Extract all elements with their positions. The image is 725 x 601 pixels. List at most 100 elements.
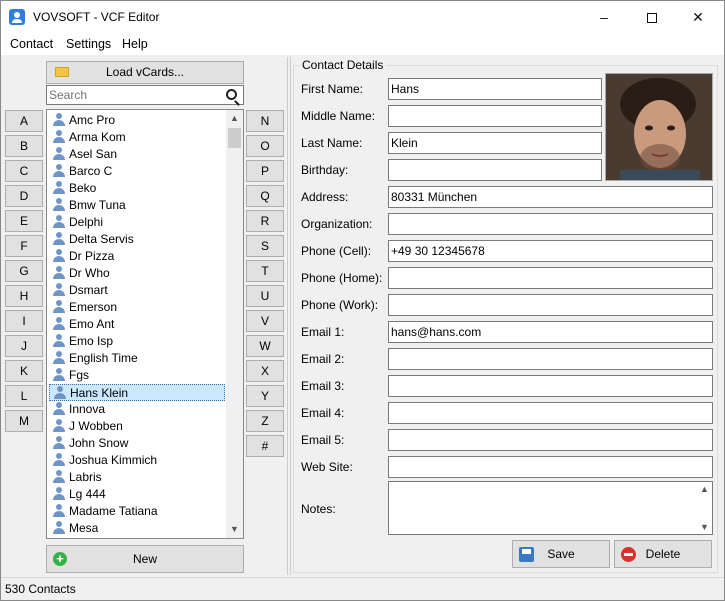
field-input[interactable]: hans@hans.com: [388, 321, 713, 343]
maximize-icon: [647, 13, 657, 24]
letter-button-k[interactable]: K: [5, 360, 43, 382]
contact-list-item[interactable]: Innova: [49, 401, 225, 418]
letter-button-d[interactable]: D: [5, 185, 43, 207]
notes-scroll-up-icon[interactable]: ▲: [696, 482, 713, 496]
search-icon[interactable]: [226, 89, 237, 100]
contact-list-item[interactable]: Barco C: [49, 163, 225, 180]
contact-list-item[interactable]: Mesa: [49, 520, 225, 537]
contact-list-item[interactable]: Beko: [49, 180, 225, 197]
letter-button-m[interactable]: M: [5, 410, 43, 432]
field-input[interactable]: [388, 159, 602, 181]
contact-list-item[interactable]: Labris: [49, 469, 225, 486]
letter-button-b[interactable]: B: [5, 135, 43, 157]
letter-button-z[interactable]: Z: [246, 410, 284, 432]
field-input[interactable]: [388, 402, 713, 424]
contact-name: Emo Ant: [69, 317, 115, 331]
contact-list-item[interactable]: Emo Ant: [49, 316, 225, 333]
contact-list-item[interactable]: John Snow: [49, 435, 225, 452]
contact-list-item[interactable]: Delta Servis: [49, 231, 225, 248]
field-input[interactable]: 80331 München: [388, 186, 713, 208]
contact-details-title: Contact Details: [299, 58, 387, 72]
contact-list-item[interactable]: Asel San: [49, 146, 225, 163]
new-contact-button[interactable]: + New: [46, 545, 244, 573]
letter-button-l[interactable]: L: [5, 385, 43, 407]
pane-splitter[interactable]: [287, 57, 291, 575]
letter-button-p[interactable]: P: [246, 160, 284, 182]
letter-button-w[interactable]: W: [246, 335, 284, 357]
title-bar[interactable]: VOVSOFT - VCF Editor – ✕: [1, 1, 724, 33]
letter-button-i[interactable]: I: [5, 310, 43, 332]
letter-button-e[interactable]: E: [5, 210, 43, 232]
contact-list-item[interactable]: Hans Klein: [49, 384, 225, 401]
contact-list-item[interactable]: Fgs: [49, 367, 225, 384]
search-input[interactable]: [49, 87, 219, 103]
contact-list-item[interactable]: English Time: [49, 350, 225, 367]
contact-list-item[interactable]: Dr Who: [49, 265, 225, 282]
delete-minus-icon: [621, 547, 636, 562]
load-vcards-button[interactable]: Load vCards...: [46, 61, 244, 84]
contact-list-item[interactable]: J Wobben: [49, 418, 225, 435]
maximize-button[interactable]: [629, 1, 675, 33]
letter-button-v[interactable]: V: [246, 310, 284, 332]
letter-button-x[interactable]: X: [246, 360, 284, 382]
menu-contact[interactable]: Contact: [10, 37, 53, 51]
notes-field[interactable]: ▲ ▼: [388, 481, 713, 535]
save-button[interactable]: Save: [512, 540, 610, 568]
close-button[interactable]: ✕: [675, 1, 721, 33]
letter-button-n[interactable]: N: [246, 110, 284, 132]
field-input[interactable]: Klein: [388, 132, 602, 154]
letter-button-c[interactable]: C: [5, 160, 43, 182]
contact-list-scrollbar[interactable]: ▲ ▼: [226, 110, 243, 538]
menu-settings[interactable]: Settings: [66, 37, 111, 51]
menu-bar: Contact Settings Help: [1, 33, 724, 55]
contact-list-item[interactable]: Lg 444: [49, 486, 225, 503]
letter-button-t[interactable]: T: [246, 260, 284, 282]
contact-list-item[interactable]: Amc Pro: [49, 112, 225, 129]
notes-scrollbar[interactable]: ▲ ▼: [696, 482, 712, 534]
field-label: Last Name:: [301, 136, 363, 150]
contact-list-item[interactable]: Madame Tatiana: [49, 503, 225, 520]
letter-button-h[interactable]: H: [5, 285, 43, 307]
menu-help[interactable]: Help: [122, 37, 148, 51]
field-input[interactable]: [388, 267, 713, 289]
letter-button-y[interactable]: Y: [246, 385, 284, 407]
letter-button-f[interactable]: F: [5, 235, 43, 257]
scroll-up-icon[interactable]: ▲: [226, 110, 243, 127]
field-input[interactable]: Hans: [388, 78, 602, 100]
contact-list-item[interactable]: Arma Kom: [49, 129, 225, 146]
field-input[interactable]: [388, 348, 713, 370]
field-input[interactable]: [388, 375, 713, 397]
contact-list-item[interactable]: Delphi: [49, 214, 225, 231]
search-box: [46, 85, 244, 105]
contact-list-item[interactable]: Joshua Kimmich: [49, 452, 225, 469]
letter-button-a[interactable]: A: [5, 110, 43, 132]
field-input[interactable]: [388, 294, 713, 316]
minimize-button[interactable]: –: [581, 1, 627, 33]
letter-button-q[interactable]: Q: [246, 185, 284, 207]
field-input[interactable]: [388, 456, 713, 478]
person-icon: [53, 487, 65, 501]
field-input[interactable]: +49 30 12345678: [388, 240, 713, 262]
contact-list-item[interactable]: Bmw Tuna: [49, 197, 225, 214]
field-input[interactable]: [388, 213, 713, 235]
contact-list-item[interactable]: Emo Isp: [49, 333, 225, 350]
letter-button-j[interactable]: J: [5, 335, 43, 357]
scroll-down-icon[interactable]: ▼: [226, 521, 243, 538]
person-icon: [53, 266, 65, 280]
contact-list-item[interactable]: Dsmart: [49, 282, 225, 299]
scroll-thumb[interactable]: [228, 128, 241, 148]
letter-button-r[interactable]: R: [246, 210, 284, 232]
notes-scroll-down-icon[interactable]: ▼: [696, 520, 713, 534]
letter-button-g[interactable]: G: [5, 260, 43, 282]
field-input[interactable]: [388, 105, 602, 127]
letter-button-s[interactable]: S: [246, 235, 284, 257]
letter-button-o[interactable]: O: [246, 135, 284, 157]
contact-list-item[interactable]: Dr Pizza: [49, 248, 225, 265]
delete-button[interactable]: Delete: [614, 540, 712, 568]
letter-button-hash[interactable]: #: [246, 435, 284, 457]
person-icon: [53, 164, 65, 178]
contact-list[interactable]: Amc Pro Arma Kom Asel San Barco C Beko Bmw Tu…: [46, 109, 244, 539]
field-input[interactable]: [388, 429, 713, 451]
contact-list-item[interactable]: Emerson: [49, 299, 225, 316]
letter-button-u[interactable]: U: [246, 285, 284, 307]
